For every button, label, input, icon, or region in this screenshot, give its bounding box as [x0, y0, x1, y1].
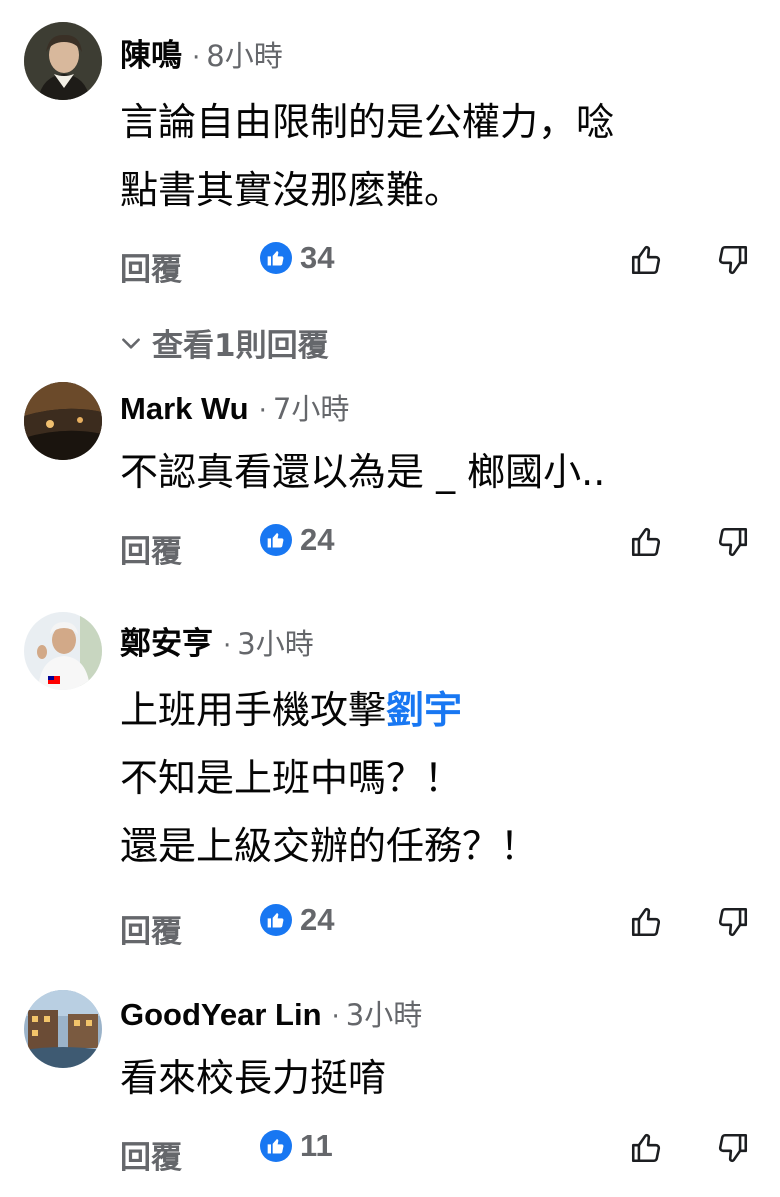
reply-button[interactable]: 回覆	[120, 906, 182, 951]
comment-line-text: 上班用手機攻擊	[120, 688, 387, 732]
comment-line: 還是上級交辦的任務？！	[120, 824, 539, 868]
like-count[interactable]: 11	[260, 1128, 333, 1164]
like-count[interactable]: 24	[260, 902, 334, 938]
timestamp[interactable]: 8小時	[206, 33, 282, 75]
like-count[interactable]: 24	[260, 522, 334, 558]
comment-actions: 回覆 34	[0, 238, 780, 288]
author-name[interactable]: 陳鳴	[120, 30, 182, 75]
like-number: 34	[300, 240, 335, 275]
comment-text: 看來校長力挺唷	[120, 1044, 760, 1112]
thumbs-down-outline-icon[interactable]	[713, 900, 753, 944]
timestamp[interactable]: 7小時	[273, 386, 349, 428]
avatar[interactable]	[24, 612, 102, 690]
comment-item: GoodYear Lin · 3小時 看來校長力挺唷 回覆 11	[0, 988, 780, 1197]
comment-item: Mark Wu · 7小時 不認真看還以為是 _ 榔國小.. 回覆 24	[0, 378, 780, 588]
mention-link[interactable]: 劉宇	[386, 688, 462, 732]
reply-button[interactable]: 回覆	[120, 526, 182, 571]
thumbs-up-filled-icon	[260, 524, 292, 556]
author-name[interactable]: Mark Wu	[120, 391, 249, 427]
comment-line: 上班用手機攻擊劉宇	[120, 676, 760, 744]
thumbs-up-outline-icon[interactable]	[626, 900, 666, 944]
comment-line: 不知是上班中嗎？！	[120, 756, 463, 800]
like-number: 11	[300, 1128, 333, 1163]
comment-actions: 回覆 11	[0, 1126, 780, 1176]
like-count[interactable]: 34	[260, 240, 334, 276]
thumbs-down-outline-icon[interactable]	[713, 520, 753, 564]
avatar[interactable]	[24, 382, 102, 460]
comment-text: 上班用手機攻擊劉宇 不知是上班中嗎？！ 還是上級交辦的任務？！	[120, 676, 760, 880]
comment-header: Mark Wu · 7小時	[120, 386, 349, 428]
avatar[interactable]	[24, 990, 102, 1068]
chevron-down-icon	[122, 337, 140, 349]
comment-line: 點書其實沒那麼難。	[120, 168, 463, 212]
comment-actions: 回覆 24	[0, 900, 780, 950]
comment-header: GoodYear Lin · 3小時	[120, 992, 422, 1034]
like-number: 24	[300, 522, 335, 557]
thumbs-up-outline-icon[interactable]	[626, 1126, 666, 1170]
comment-line: 不認真看還以為是 _ 榔國小..	[120, 450, 606, 494]
author-name[interactable]: 鄭安亨	[120, 618, 213, 663]
comment-header: 鄭安亨 · 3小時	[120, 618, 314, 663]
like-number: 24	[300, 902, 335, 937]
thumbs-up-filled-icon	[260, 904, 292, 936]
comment-text: 言論自由限制的是公權力，唸 點書其實沒那麼難。	[120, 88, 760, 224]
thumbs-up-filled-icon	[260, 1130, 292, 1162]
avatar[interactable]	[24, 22, 102, 100]
comment-line: 看來校長力挺唷	[120, 1056, 387, 1100]
thumbs-down-outline-icon[interactable]	[713, 1126, 753, 1170]
separator-dot: ·	[223, 631, 232, 661]
reply-button[interactable]: 回覆	[120, 1132, 182, 1177]
timestamp[interactable]: 3小時	[346, 992, 422, 1034]
thumbs-up-filled-icon	[260, 242, 292, 274]
author-name[interactable]: GoodYear Lin	[120, 997, 322, 1033]
view-replies-label: 查看1則回覆	[152, 328, 329, 364]
separator-dot: ·	[331, 1002, 340, 1032]
comment-item: 陳鳴 · 8小時 言論自由限制的是公權力，唸 點書其實沒那麼難。 回覆 34 查…	[0, 0, 780, 380]
separator-dot: ·	[258, 396, 267, 426]
thumbs-down-outline-icon[interactable]	[713, 238, 753, 282]
thumbs-up-outline-icon[interactable]	[626, 238, 666, 282]
comment-text: 不認真看還以為是 _ 榔國小..	[120, 438, 760, 506]
comment-actions: 回覆 24	[0, 520, 780, 570]
comment-item: 鄭安亨 · 3小時 上班用手機攻擊劉宇 不知是上班中嗎？！ 還是上級交辦的任務？…	[0, 610, 780, 970]
view-replies-link[interactable]: 查看1則回覆	[118, 320, 329, 365]
separator-dot: ·	[192, 43, 201, 73]
thumbs-up-outline-icon[interactable]	[626, 520, 666, 564]
comment-line: 言論自由限制的是公權力，唸	[120, 100, 615, 144]
timestamp[interactable]: 3小時	[237, 621, 313, 663]
comment-header: 陳鳴 · 8小時	[120, 30, 283, 75]
reply-button[interactable]: 回覆	[120, 244, 182, 289]
